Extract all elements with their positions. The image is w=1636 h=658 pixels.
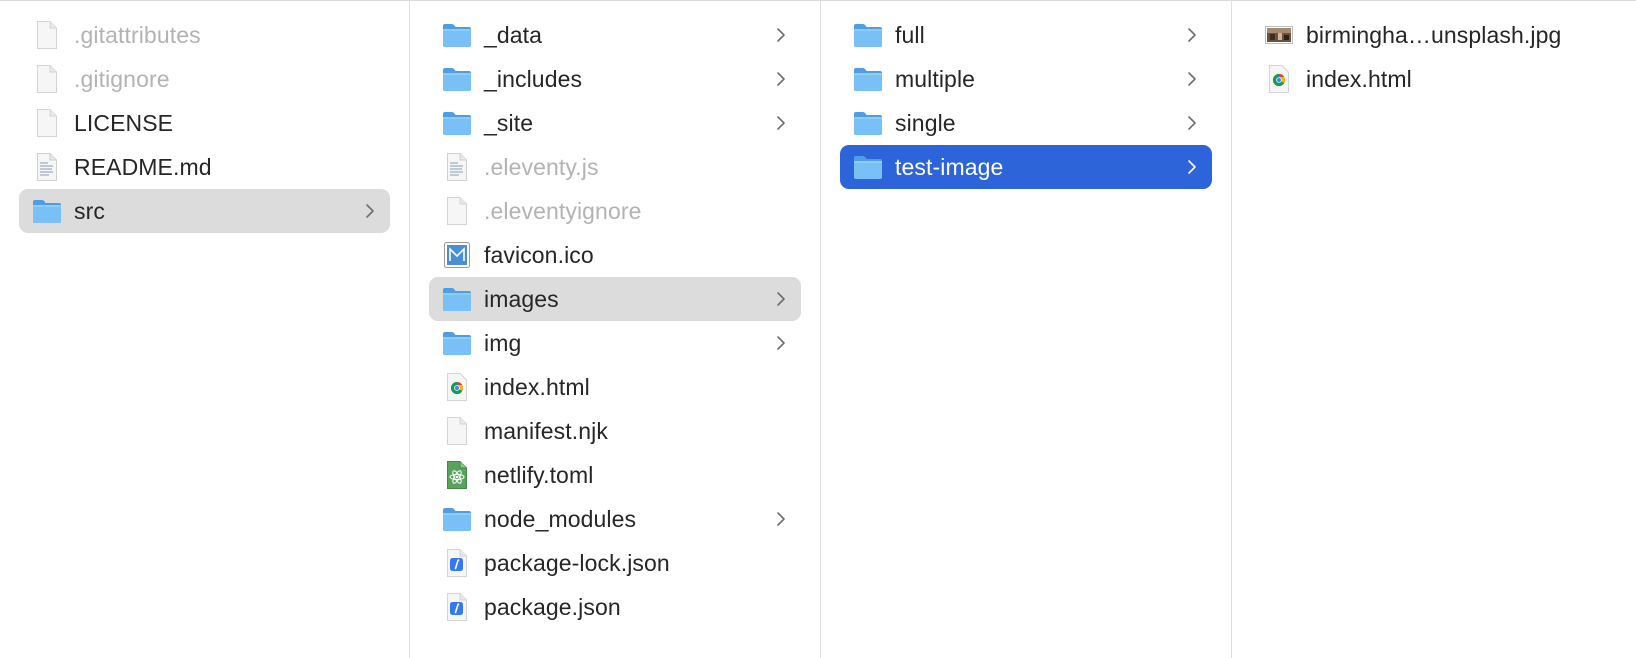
atom-file-icon [441, 459, 473, 491]
folder-icon [852, 63, 884, 95]
folder-icon [441, 503, 473, 535]
item-label: node_modules [484, 505, 637, 532]
folder-row-includes[interactable]: _includes [429, 57, 801, 101]
chevron-right-icon [775, 334, 787, 352]
item-label: netlify.toml [484, 461, 594, 488]
file-row-package-json[interactable]: package.json [429, 585, 801, 629]
chrome-html-icon [441, 371, 473, 403]
file-row-eleventyignore[interactable]: .eleventyignore [429, 189, 801, 233]
item-label: .eleventy.js [484, 153, 599, 180]
file-row-index-html[interactable]: index.html [1251, 57, 1617, 101]
chevron-right-icon [775, 510, 787, 528]
finder-column-view: .gitattributes .gitignore LICENSE README… [0, 0, 1636, 658]
folder-icon [441, 63, 473, 95]
item-label: favicon.ico [484, 241, 594, 268]
file-row-index-html[interactable]: index.html [429, 365, 801, 409]
file-row-manifest-njk[interactable]: manifest.njk [429, 409, 801, 453]
item-label: _includes [484, 65, 583, 92]
folder-row-single[interactable]: single [840, 101, 1212, 145]
photo-thumbnail-icon [1263, 19, 1295, 51]
chevron-right-icon [364, 202, 376, 220]
folder-row-data[interactable]: _data [429, 13, 801, 57]
chevron-right-icon [775, 114, 787, 132]
folder-icon [852, 151, 884, 183]
item-label: img [484, 329, 522, 356]
file-row-package-lock-json[interactable]: package-lock.json [429, 541, 801, 585]
file-row-readme-md[interactable]: README.md [19, 145, 390, 189]
item-label: _data [484, 21, 543, 48]
folder-icon [441, 19, 473, 51]
column-3[interactable]: full multiple single test-image [821, 1, 1232, 658]
item-label: README.md [74, 153, 212, 180]
text-document-icon [31, 151, 63, 183]
chrome-html-icon [1263, 63, 1295, 95]
file-row-netlify-toml[interactable]: netlify.toml [429, 453, 801, 497]
folder-icon [852, 107, 884, 139]
item-label: index.html [484, 373, 590, 400]
file-row-license[interactable]: LICENSE [19, 101, 390, 145]
item-label: package-lock.json [484, 549, 670, 576]
document-icon [31, 19, 63, 51]
folder-icon [441, 107, 473, 139]
item-label: birmingha…unsplash.jpg [1306, 21, 1562, 48]
folder-icon [852, 19, 884, 51]
chevron-right-icon [1186, 26, 1198, 44]
folder-row-full[interactable]: full [840, 13, 1212, 57]
image-ico-icon [441, 239, 473, 271]
json-file-icon [441, 547, 473, 579]
file-row-favicon-ico[interactable]: favicon.ico [429, 233, 801, 277]
item-label: manifest.njk [484, 417, 608, 444]
folder-row-src[interactable]: src [19, 189, 390, 233]
folder-row-test-image[interactable]: test-image [840, 145, 1212, 189]
item-label: _site [484, 109, 534, 136]
item-label: full [895, 21, 925, 48]
chevron-right-icon [1186, 70, 1198, 88]
folder-row-img[interactable]: img [429, 321, 801, 365]
item-label: src [74, 197, 105, 224]
folder-row-images[interactable]: images [429, 277, 801, 321]
item-label: .eleventyignore [484, 197, 642, 224]
file-row-gitattributes[interactable]: .gitattributes [19, 13, 390, 57]
chevron-right-icon [1186, 114, 1198, 132]
chevron-right-icon [775, 26, 787, 44]
file-row-gitignore[interactable]: .gitignore [19, 57, 390, 101]
document-icon [31, 107, 63, 139]
column-4[interactable]: birmingha…unsplash.jpg index.html [1232, 1, 1636, 658]
folder-icon [441, 283, 473, 315]
item-label: single [895, 109, 956, 136]
document-icon [441, 195, 473, 227]
folder-row-site[interactable]: _site [429, 101, 801, 145]
document-icon [31, 63, 63, 95]
item-label: LICENSE [74, 109, 174, 136]
item-label: .gitignore [74, 65, 170, 92]
folder-row-multiple[interactable]: multiple [840, 57, 1212, 101]
item-label: test-image [895, 153, 1004, 180]
item-label: .gitattributes [74, 21, 201, 48]
item-label: index.html [1306, 65, 1412, 92]
chevron-right-icon [775, 70, 787, 88]
folder-row-node-modules[interactable]: node_modules [429, 497, 801, 541]
chevron-right-icon [1186, 158, 1198, 176]
folder-icon [31, 195, 63, 227]
item-label: images [484, 285, 559, 312]
document-icon [441, 415, 473, 447]
file-row-eleventy-js[interactable]: .eleventy.js [429, 145, 801, 189]
chevron-right-icon [775, 290, 787, 308]
folder-icon [441, 327, 473, 359]
item-label: multiple [895, 65, 976, 92]
text-document-icon [441, 151, 473, 183]
column-2[interactable]: _data _includes _site .eleventy.js .elev… [410, 1, 821, 658]
column-1[interactable]: .gitattributes .gitignore LICENSE README… [0, 1, 410, 658]
file-row-birmingha-unsplash-jpg[interactable]: birmingha…unsplash.jpg [1251, 13, 1617, 57]
json-file-icon [441, 591, 473, 623]
item-label: package.json [484, 593, 621, 620]
